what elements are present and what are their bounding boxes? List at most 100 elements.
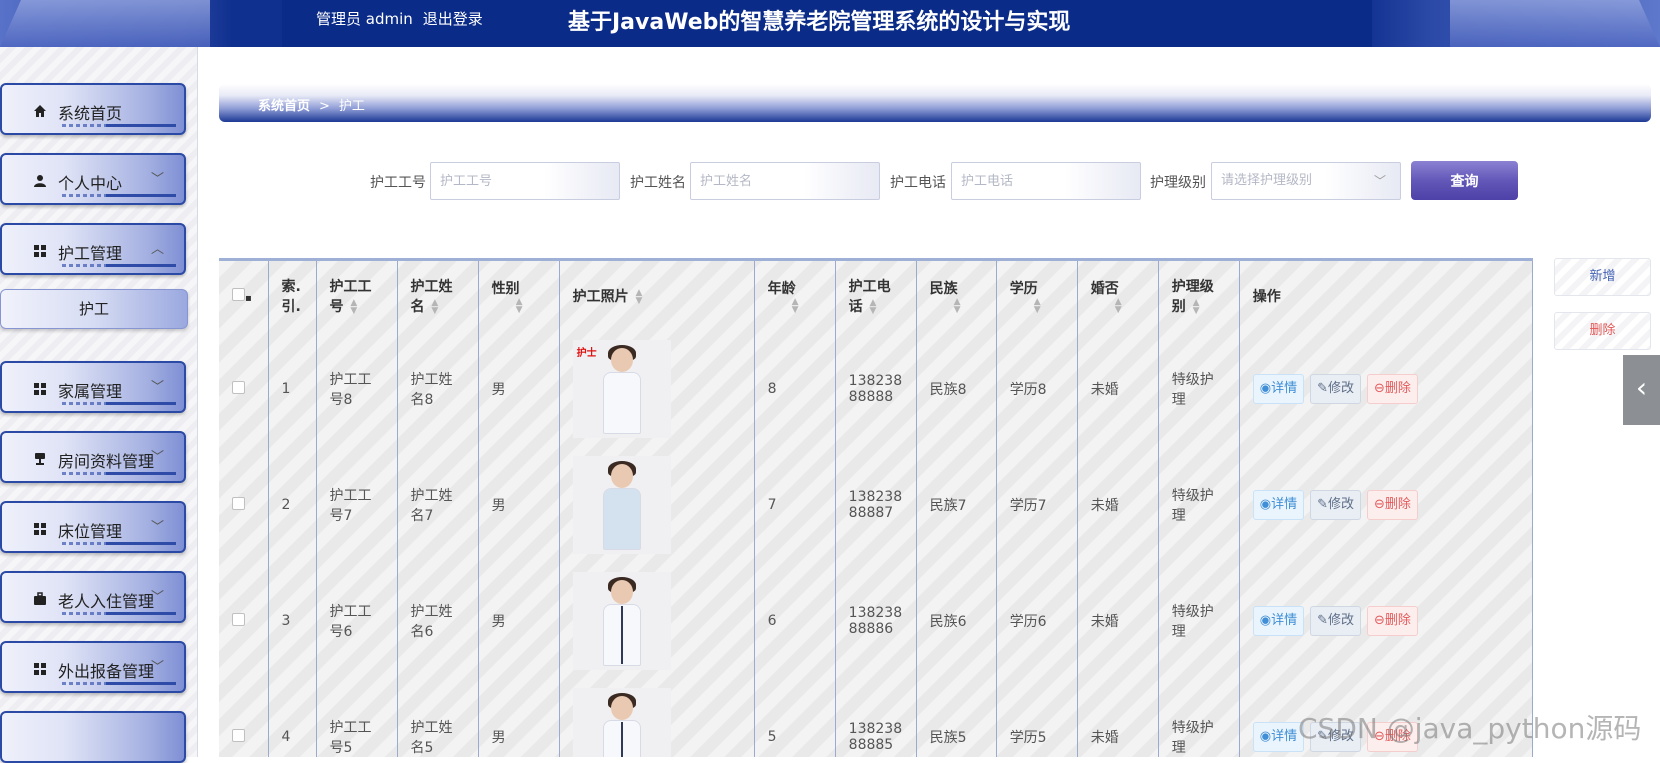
detail-button[interactable]: ◉详情 [1252,490,1305,520]
sort-icon[interactable]: ▲ ▼ [1034,298,1041,315]
worker-no-cell: 护工工 号5 [316,679,398,757]
watermark: CSDN @java_python源码 [1298,712,1642,745]
phone-cell: 138238 88887 [835,447,917,563]
care-level-placeholder: 请选择护理级别 [1221,173,1313,188]
phone-cell: 138238 88886 [835,563,917,679]
header-bevel-left [0,0,210,47]
worker-no-input[interactable] [430,162,620,200]
index-cell: 1 [268,331,317,447]
query-button[interactable]: 查询 [1411,161,1518,200]
table-header-row: ▪ 索. 引. 护工工号 ▲ ▼ 护工姓名 ▲ ▼ 性别 ▲ ▼ 护工照片 ▲ ▼ 年龄 ▲ ▼… [219,261,1533,331]
sidebar-subitem-nurse[interactable]: 护工 [0,289,188,329]
sidebar-item-outing-management[interactable]: 外出报备管理 ﹀ [0,641,186,693]
row-select-cell [219,447,269,563]
worker-phone-input[interactable] [951,162,1141,200]
batch-delete-button[interactable]: 删除 [1554,312,1651,350]
eye-icon: ◉ [1259,381,1272,396]
column-header-education[interactable]: 学历 ▲ ▼ [996,261,1078,331]
column-header-age[interactable]: 年龄 ▲ ▼ [754,261,836,331]
sidebar-item-bed-management[interactable]: 床位管理 ﹀ [0,501,186,553]
photo-cell [559,563,755,679]
menu-underline-bar [106,402,176,405]
edit-button[interactable]: ✎修改 [1310,606,1362,636]
breadcrumb-home[interactable]: 系统首页 [258,99,310,114]
data-table: ▪ 索. 引. 护工工号 ▲ ▼ 护工姓名 ▲ ▼ 性别 ▲ ▼ 护工照片 ▲ ▼ 年龄 ▲ ▼… [219,261,1533,757]
delete-button[interactable]: ⊖删除 [1367,606,1418,636]
row-checkbox[interactable] [232,496,245,510]
worker-name-input[interactable] [690,162,880,200]
select-all-checkbox[interactable] [232,287,245,301]
chevron-up-icon: ︿ [150,242,164,257]
detail-button[interactable]: ◉详情 [1252,722,1305,752]
chevron-down-icon: ﹀ [150,590,164,605]
sidebar-item-checkin-management[interactable]: 老人入住管理 ﹀ [0,571,186,623]
sort-icon[interactable]: ▲ ▼ [350,299,357,316]
index-cell: 4 [268,679,317,757]
sidebar-item-more[interactable] [0,711,186,763]
edit-button[interactable]: ✎修改 [1310,374,1362,404]
detail-button[interactable]: ◉详情 [1252,606,1305,636]
actions-cell: ◉详情 ✎修改 ⊖删除 [1239,563,1533,679]
sidebar-item-nurse-management[interactable]: 护工管理 ︿ [0,223,186,275]
gender-cell: 男 [478,563,560,679]
chevron-down-icon: ﹀ [150,520,164,535]
sidebar: 系统首页 个人中心 ﹀ 护工管理 ︿ 护工 家属管理 ﹀ 房间资料管理 ﹀ 床位… [0,47,198,763]
sidebar-item-home[interactable]: 系统首页 [0,83,186,135]
actions-cell: ◉详情 ✎修改 ⊖删除 [1239,331,1533,447]
married-cell: 未婚 [1077,331,1159,447]
sidebar-item-family-management[interactable]: 家属管理 ﹀ [0,361,186,413]
column-header-gender[interactable]: 性别 ▲ ▼ [478,261,560,331]
delete-button[interactable]: ⊖删除 [1367,374,1418,404]
select-all-cell: ▪ [219,261,269,331]
sort-icon[interactable]: ▲ ▼ [431,299,438,316]
nurse-table: ▪ 索. 引. 护工工号 ▲ ▼ 护工姓名 ▲ ▼ 性别 ▲ ▼ 护工照片 ▲ ▼ 年龄 ▲ ▼… [219,258,1533,757]
logout-link[interactable]: 退出登录 [423,10,483,28]
detail-button[interactable]: ◉详情 [1252,374,1305,404]
care-level-select[interactable]: 请选择护理级别 ﹀ [1211,162,1401,200]
sort-icon[interactable]: ▲ ▼ [1193,299,1200,316]
column-header-worker-name[interactable]: 护工姓名 ▲ ▼ [397,261,479,331]
add-button[interactable]: 新增 [1554,258,1651,296]
column-header-phone[interactable]: 护工电话 ▲ ▼ [835,261,917,331]
sort-icon[interactable]: ▲ ▼ [635,289,642,306]
row-checkbox[interactable] [232,612,245,626]
minus-circle-icon: ⊖ [1374,613,1385,628]
breadcrumb: 系统首页 > 护工 [219,84,1651,122]
column-header-ethnic[interactable]: 民族 ▲ ▼ [916,261,997,331]
column-header-worker-no[interactable]: 护工工号 ▲ ▼ [316,261,398,331]
index-cell: 3 [268,563,317,679]
photo-cell [559,447,755,563]
row-checkbox[interactable] [232,380,245,394]
column-header-care-level[interactable]: 护理级别 ▲ ▼ [1158,261,1240,331]
drawer-toggle[interactable]: ‹ [1623,355,1660,425]
edit-button[interactable]: ✎修改 [1310,490,1362,520]
menu-underline-bar [106,682,176,685]
breadcrumb-separator: > [319,99,330,114]
care-level-cell: 特级护理 [1158,331,1240,447]
top-header: 管理员 admin 退出登录 基于JavaWeb的智慧养老院管理系统的设计与实现 [0,0,1660,47]
briefcase-icon [32,591,48,607]
sort-icon[interactable]: ▲ ▼ [954,298,961,315]
age-cell: 7 [754,447,836,563]
sort-icon[interactable]: ▲ ▼ [870,299,877,316]
ethnic-cell: 民族7 [916,447,997,563]
column-header-photo[interactable]: 护工照片 ▲ ▼ [559,261,755,331]
sort-icon[interactable]: ▲ ▼ [516,298,523,315]
sidebar-item-room-management[interactable]: 房间资料管理 ﹀ [0,431,186,483]
sort-icon[interactable]: ▲ ▼ [792,298,799,315]
row-checkbox[interactable] [232,728,245,742]
menu-underline-bar [106,612,176,615]
sidebar-item-profile[interactable]: 个人中心 ﹀ [0,153,186,205]
eye-icon: ◉ [1259,613,1272,628]
sort-icon[interactable]: ▲ ▼ [1115,298,1122,315]
married-cell: 未婚 [1077,447,1159,563]
sidebar-item-label: 系统首页 [58,104,123,123]
menu-underline-bar [106,194,176,197]
delete-button[interactable]: ⊖删除 [1367,490,1418,520]
edit-icon: ✎ [1317,497,1328,512]
header-bevel-right [1450,0,1660,47]
chevron-down-icon: ﹀ [150,450,164,465]
sidebar-item-label: 床位管理 [58,522,123,541]
gender-cell: 男 [478,679,560,757]
column-header-married[interactable]: 婚否 ▲ ▼ [1077,261,1159,331]
